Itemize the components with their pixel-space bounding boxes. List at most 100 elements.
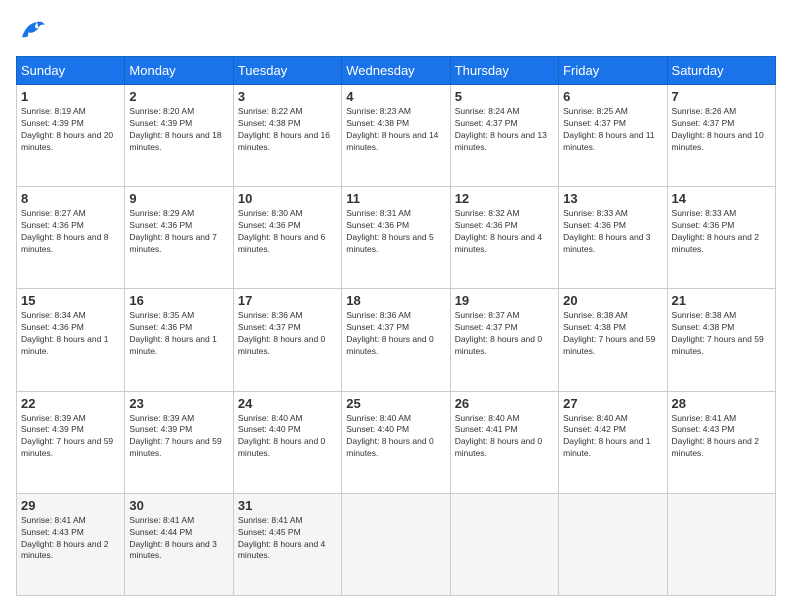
cell-content: Sunrise: 8:35 AMSunset: 4:36 PMDaylight:… bbox=[129, 310, 216, 356]
logo bbox=[16, 16, 50, 46]
cell-content: Sunrise: 8:29 AMSunset: 4:36 PMDaylight:… bbox=[129, 208, 216, 254]
calendar-week-1: 1 Sunrise: 8:19 AMSunset: 4:39 PMDaylight… bbox=[17, 85, 776, 187]
calendar-cell: 20Sunrise: 8:38 AMSunset: 4:38 PMDayligh… bbox=[559, 289, 667, 391]
weekday-header-sunday: Sunday bbox=[17, 57, 125, 85]
day-number: 10 bbox=[238, 191, 337, 206]
calendar-cell: 1 Sunrise: 8:19 AMSunset: 4:39 PMDaylight… bbox=[17, 85, 125, 187]
calendar-cell: 29 Sunrise: 8:41 AMSunset: 4:43 PMDayligh… bbox=[17, 493, 125, 595]
calendar-cell: 12 Sunrise: 8:32 AMSunset: 4:36 PMDayligh… bbox=[450, 187, 558, 289]
calendar-cell: 8Sunrise: 8:27 AMSunset: 4:36 PMDaylight… bbox=[17, 187, 125, 289]
cell-content: Sunrise: 8:40 AMSunset: 4:40 PMDaylight:… bbox=[238, 413, 325, 459]
weekday-header-wednesday: Wednesday bbox=[342, 57, 450, 85]
calendar-header-row: SundayMondayTuesdayWednesdayThursdayFrid… bbox=[17, 57, 776, 85]
day-number: 31 bbox=[238, 498, 337, 513]
cell-content: Sunrise: 8:37 AMSunset: 4:37 PMDaylight:… bbox=[455, 310, 542, 356]
calendar-cell: 17Sunrise: 8:36 AMSunset: 4:37 PMDayligh… bbox=[233, 289, 341, 391]
logo-icon bbox=[16, 16, 46, 46]
calendar-cell: 21Sunrise: 8:38 AMSunset: 4:38 PMDayligh… bbox=[667, 289, 775, 391]
day-number: 22 bbox=[21, 396, 120, 411]
calendar-cell: 31 Sunrise: 8:41 AMSunset: 4:45 PMDayligh… bbox=[233, 493, 341, 595]
cell-content: Sunrise: 8:41 AMSunset: 4:43 PMDaylight:… bbox=[672, 413, 759, 459]
cell-content: Sunrise: 8:30 AMSunset: 4:36 PMDaylight:… bbox=[238, 208, 325, 254]
day-number: 18 bbox=[346, 293, 445, 308]
day-number: 2 bbox=[129, 89, 228, 104]
calendar-cell: 22 Sunrise: 8:39 AMSunset: 4:39 PMDayligh… bbox=[17, 391, 125, 493]
day-number: 27 bbox=[563, 396, 662, 411]
calendar-week-4: 22 Sunrise: 8:39 AMSunset: 4:39 PMDayligh… bbox=[17, 391, 776, 493]
calendar-cell bbox=[667, 493, 775, 595]
calendar-cell: 15Sunrise: 8:34 AMSunset: 4:36 PMDayligh… bbox=[17, 289, 125, 391]
calendar-cell: 16 Sunrise: 8:35 AMSunset: 4:36 PMDayligh… bbox=[125, 289, 233, 391]
calendar-cell: 3 Sunrise: 8:22 AMSunset: 4:38 PMDaylight… bbox=[233, 85, 341, 187]
day-number: 23 bbox=[129, 396, 228, 411]
day-number: 14 bbox=[672, 191, 771, 206]
day-number: 30 bbox=[129, 498, 228, 513]
day-number: 6 bbox=[563, 89, 662, 104]
cell-content: Sunrise: 8:40 AMSunset: 4:41 PMDaylight:… bbox=[455, 413, 542, 459]
cell-content: Sunrise: 8:23 AMSunset: 4:38 PMDaylight:… bbox=[346, 106, 438, 152]
calendar-cell: 10 Sunrise: 8:30 AMSunset: 4:36 PMDayligh… bbox=[233, 187, 341, 289]
day-number: 25 bbox=[346, 396, 445, 411]
cell-content: Sunrise: 8:20 AMSunset: 4:39 PMDaylight:… bbox=[129, 106, 221, 152]
cell-content: Sunrise: 8:39 AMSunset: 4:39 PMDaylight:… bbox=[21, 413, 113, 459]
calendar-cell: 7Sunrise: 8:26 AMSunset: 4:37 PMDaylight… bbox=[667, 85, 775, 187]
cell-content: Sunrise: 8:22 AMSunset: 4:38 PMDaylight:… bbox=[238, 106, 330, 152]
weekday-header-thursday: Thursday bbox=[450, 57, 558, 85]
cell-content: Sunrise: 8:24 AMSunset: 4:37 PMDaylight:… bbox=[455, 106, 547, 152]
day-number: 13 bbox=[563, 191, 662, 206]
weekday-header-monday: Monday bbox=[125, 57, 233, 85]
calendar-cell: 19 Sunrise: 8:37 AMSunset: 4:37 PMDayligh… bbox=[450, 289, 558, 391]
calendar-week-3: 15Sunrise: 8:34 AMSunset: 4:36 PMDayligh… bbox=[17, 289, 776, 391]
calendar-cell: 6 Sunrise: 8:25 AMSunset: 4:37 PMDaylight… bbox=[559, 85, 667, 187]
calendar-cell: 30Sunrise: 8:41 AMSunset: 4:44 PMDayligh… bbox=[125, 493, 233, 595]
calendar-cell: 26Sunrise: 8:40 AMSunset: 4:41 PMDayligh… bbox=[450, 391, 558, 493]
day-number: 9 bbox=[129, 191, 228, 206]
cell-content: Sunrise: 8:40 AMSunset: 4:40 PMDaylight:… bbox=[346, 413, 433, 459]
day-number: 5 bbox=[455, 89, 554, 104]
calendar-cell: 5 Sunrise: 8:24 AMSunset: 4:37 PMDaylight… bbox=[450, 85, 558, 187]
cell-content: Sunrise: 8:25 AMSunset: 4:37 PMDaylight:… bbox=[563, 106, 655, 152]
cell-content: Sunrise: 8:36 AMSunset: 4:37 PMDaylight:… bbox=[346, 310, 433, 356]
calendar-cell: 18 Sunrise: 8:36 AMSunset: 4:37 PMDayligh… bbox=[342, 289, 450, 391]
calendar-cell bbox=[450, 493, 558, 595]
day-number: 15 bbox=[21, 293, 120, 308]
cell-content: Sunrise: 8:41 AMSunset: 4:45 PMDaylight:… bbox=[238, 515, 325, 561]
calendar-cell bbox=[559, 493, 667, 595]
weekday-header-tuesday: Tuesday bbox=[233, 57, 341, 85]
cell-content: Sunrise: 8:41 AMSunset: 4:43 PMDaylight:… bbox=[21, 515, 108, 561]
cell-content: Sunrise: 8:31 AMSunset: 4:36 PMDaylight:… bbox=[346, 208, 433, 254]
day-number: 7 bbox=[672, 89, 771, 104]
calendar-cell: 11 Sunrise: 8:31 AMSunset: 4:36 PMDayligh… bbox=[342, 187, 450, 289]
day-number: 28 bbox=[672, 396, 771, 411]
calendar-cell: 27Sunrise: 8:40 AMSunset: 4:42 PMDayligh… bbox=[559, 391, 667, 493]
calendar-cell: 13Sunrise: 8:33 AMSunset: 4:36 PMDayligh… bbox=[559, 187, 667, 289]
day-number: 12 bbox=[455, 191, 554, 206]
cell-content: Sunrise: 8:27 AMSunset: 4:36 PMDaylight:… bbox=[21, 208, 108, 254]
cell-content: Sunrise: 8:19 AMSunset: 4:39 PMDaylight:… bbox=[21, 106, 113, 152]
calendar-cell: 9 Sunrise: 8:29 AMSunset: 4:36 PMDaylight… bbox=[125, 187, 233, 289]
day-number: 24 bbox=[238, 396, 337, 411]
cell-content: Sunrise: 8:36 AMSunset: 4:37 PMDaylight:… bbox=[238, 310, 325, 356]
page-header bbox=[16, 16, 776, 46]
day-number: 1 bbox=[21, 89, 120, 104]
day-number: 3 bbox=[238, 89, 337, 104]
weekday-header-friday: Friday bbox=[559, 57, 667, 85]
calendar-cell bbox=[342, 493, 450, 595]
day-number: 29 bbox=[21, 498, 120, 513]
calendar-cell: 4 Sunrise: 8:23 AMSunset: 4:38 PMDaylight… bbox=[342, 85, 450, 187]
cell-content: Sunrise: 8:32 AMSunset: 4:36 PMDaylight:… bbox=[455, 208, 542, 254]
day-number: 16 bbox=[129, 293, 228, 308]
calendar-table: SundayMondayTuesdayWednesdayThursdayFrid… bbox=[16, 56, 776, 596]
calendar-week-2: 8Sunrise: 8:27 AMSunset: 4:36 PMDaylight… bbox=[17, 187, 776, 289]
cell-content: Sunrise: 8:33 AMSunset: 4:36 PMDaylight:… bbox=[672, 208, 759, 254]
day-number: 11 bbox=[346, 191, 445, 206]
calendar-cell: 23Sunrise: 8:39 AMSunset: 4:39 PMDayligh… bbox=[125, 391, 233, 493]
calendar-cell: 28 Sunrise: 8:41 AMSunset: 4:43 PMDayligh… bbox=[667, 391, 775, 493]
calendar-cell: 14 Sunrise: 8:33 AMSunset: 4:36 PMDayligh… bbox=[667, 187, 775, 289]
day-number: 4 bbox=[346, 89, 445, 104]
day-number: 19 bbox=[455, 293, 554, 308]
calendar-cell: 2 Sunrise: 8:20 AMSunset: 4:39 PMDaylight… bbox=[125, 85, 233, 187]
day-number: 21 bbox=[672, 293, 771, 308]
calendar-cell: 24 Sunrise: 8:40 AMSunset: 4:40 PMDayligh… bbox=[233, 391, 341, 493]
day-number: 20 bbox=[563, 293, 662, 308]
